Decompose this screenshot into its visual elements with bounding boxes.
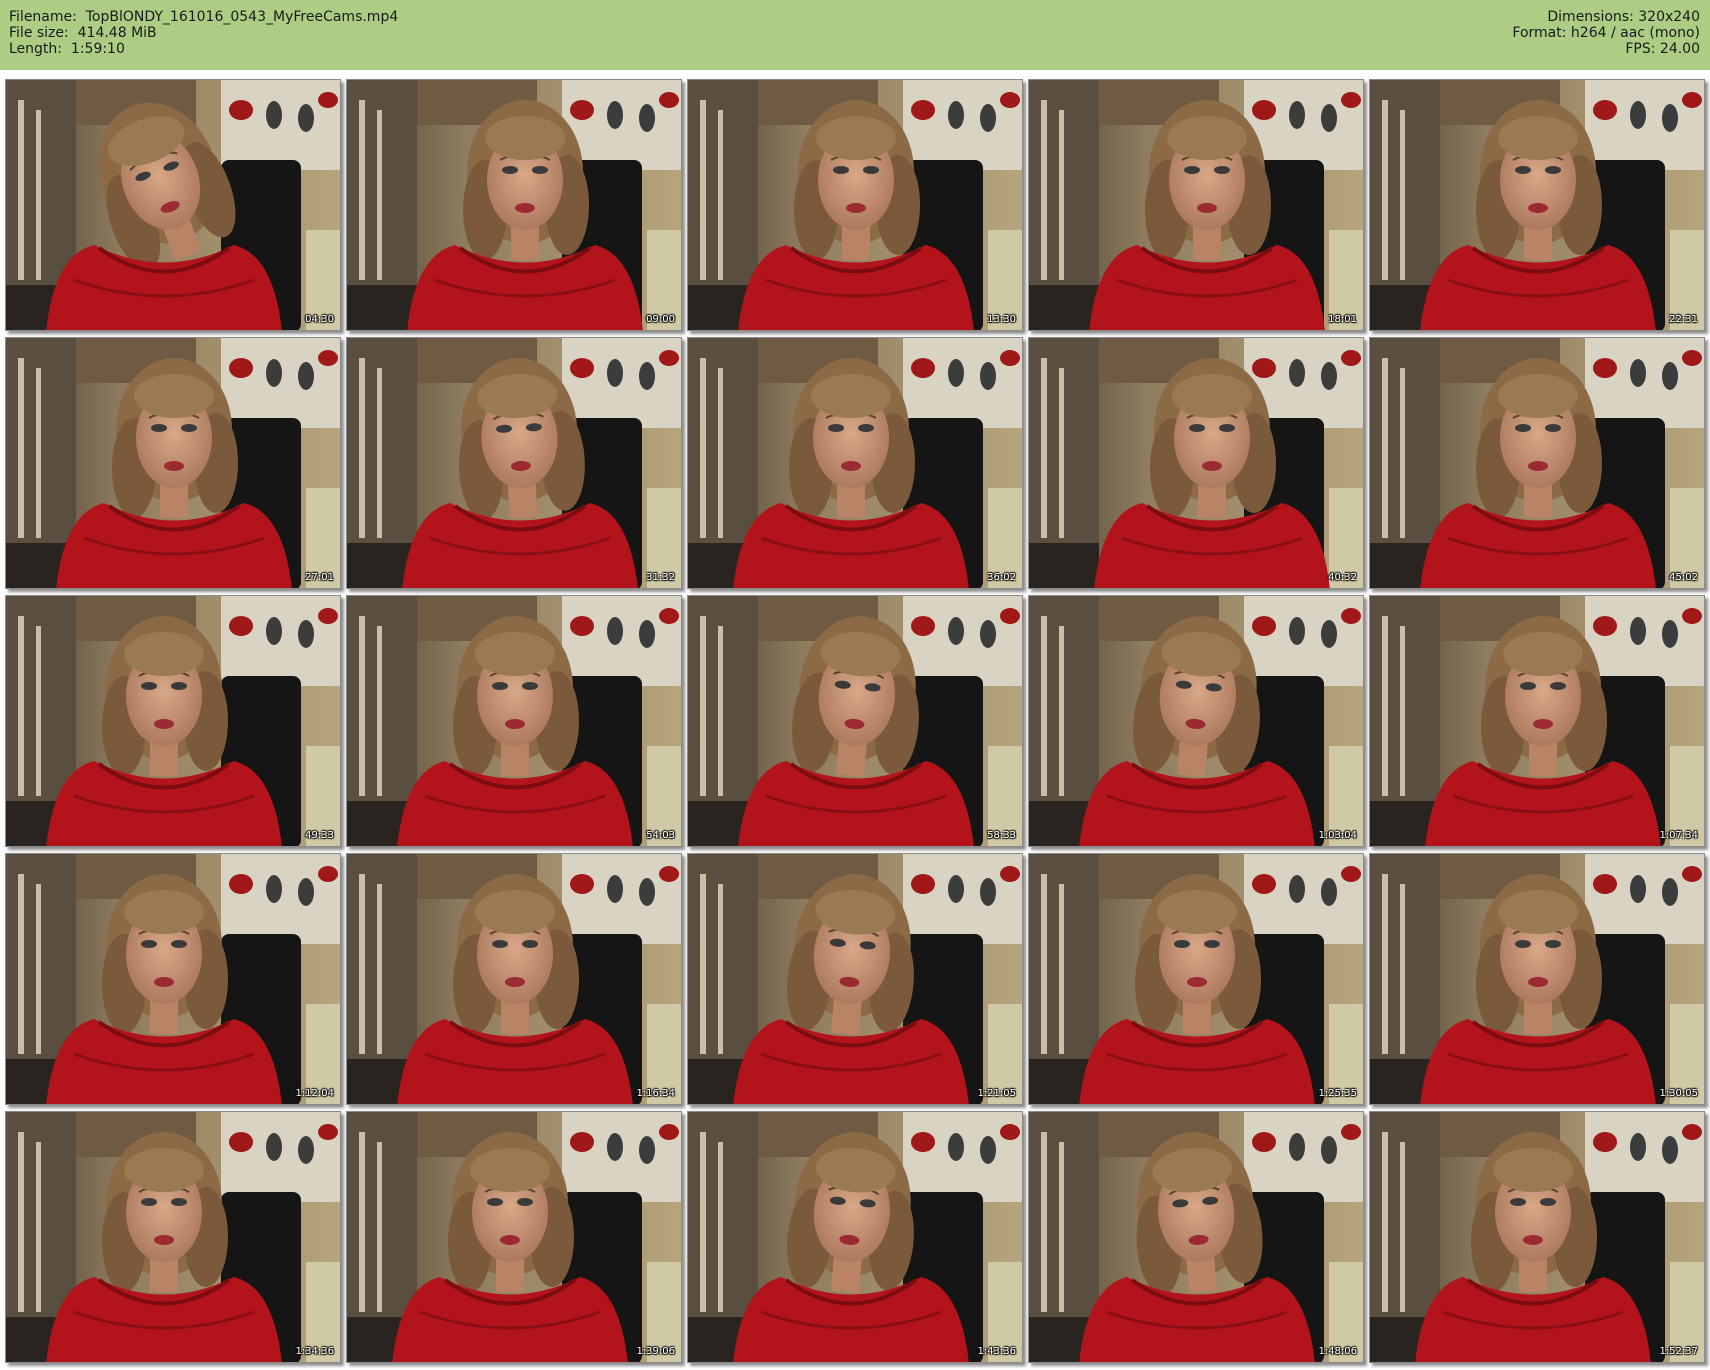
- video-frame-thumbnail: 1:30:05: [1369, 853, 1705, 1105]
- frame-image: [347, 338, 681, 588]
- video-frame-thumbnail: 1:12:04: [5, 853, 341, 1105]
- video-frame-thumbnail: 22:31: [1369, 79, 1705, 331]
- video-frame-thumbnail: 49:33: [5, 595, 341, 847]
- filename-text: Filename: TopBlONDY_161016_0543_MyFreeCa…: [9, 9, 399, 25]
- frame-timestamp: 22:31: [1669, 314, 1698, 325]
- fps-text: FPS: 24.00: [1625, 41, 1700, 57]
- video-frame-thumbnail: 40:32: [1028, 337, 1364, 589]
- frame-timestamp: 1:03:04: [1318, 830, 1357, 841]
- length-text: Length: 1:59:10: [9, 41, 125, 57]
- frame-timestamp: 1:12:04: [295, 1088, 334, 1099]
- frame-image: [1370, 80, 1704, 330]
- video-frame-thumbnail: 31:32: [346, 337, 682, 589]
- video-frame-thumbnail: 1:39:06: [346, 1111, 682, 1363]
- video-frame-thumbnail: 18:01: [1028, 79, 1364, 331]
- file-info: Filename: TopBlONDY_161016_0543_MyFreeCa…: [9, 9, 398, 57]
- frame-image: [6, 80, 340, 330]
- video-frame-thumbnail: 1:07:34: [1369, 595, 1705, 847]
- frame-image: [1029, 854, 1363, 1104]
- dimensions-text: Dimensions: 320x240: [1547, 9, 1700, 25]
- frame-image: [6, 338, 340, 588]
- thumbnail-grid: 04:30 09:00 13:30 18:01 22:31 27:01 31:3…: [0, 70, 1710, 1370]
- frame-timestamp: 1:34:36: [295, 1346, 334, 1357]
- video-frame-thumbnail: 1:21:05: [687, 853, 1023, 1105]
- frame-image: [6, 854, 340, 1104]
- frame-timestamp: 31:32: [646, 572, 675, 583]
- frame-timestamp: 1:30:05: [1659, 1088, 1698, 1099]
- frame-image: [347, 80, 681, 330]
- frame-timestamp: 1:16:34: [636, 1088, 675, 1099]
- frame-image: [6, 596, 340, 846]
- frame-image: [1370, 1112, 1704, 1362]
- frame-timestamp: 45:02: [1669, 572, 1698, 583]
- frame-timestamp: 09:00: [646, 314, 675, 325]
- format-text: Format: h264 / aac (mono): [1512, 25, 1700, 41]
- frame-image: [1029, 338, 1363, 588]
- frame-image: [688, 1112, 1022, 1362]
- frame-image: [1029, 1112, 1363, 1362]
- video-frame-thumbnail: 1:03:04: [1028, 595, 1364, 847]
- filesize-text: File size: 414.48 MiB: [9, 25, 157, 41]
- video-frame-thumbnail: 1:48:06: [1028, 1111, 1364, 1363]
- frame-image: [1029, 80, 1363, 330]
- frame-timestamp: 49:33: [305, 830, 334, 841]
- video-frame-thumbnail: 58:33: [687, 595, 1023, 847]
- video-frame-thumbnail: 13:30: [687, 79, 1023, 331]
- frame-timestamp: 40:32: [1328, 572, 1357, 583]
- frame-image: [688, 854, 1022, 1104]
- frame-image: [1029, 596, 1363, 846]
- video-frame-thumbnail: 1:16:34: [346, 853, 682, 1105]
- frame-image: [1370, 854, 1704, 1104]
- frame-timestamp: 1:39:06: [636, 1346, 675, 1357]
- frame-timestamp: 04:30: [305, 314, 334, 325]
- frame-timestamp: 54:03: [646, 830, 675, 841]
- video-frame-thumbnail: 1:34:36: [5, 1111, 341, 1363]
- info-header: Filename: TopBlONDY_161016_0543_MyFreeCa…: [0, 0, 1710, 70]
- frame-image: [1370, 338, 1704, 588]
- frame-timestamp: 1:48:06: [1318, 1346, 1357, 1357]
- frame-timestamp: 1:25:35: [1318, 1088, 1357, 1099]
- frame-image: [688, 596, 1022, 846]
- frame-image: [1370, 596, 1704, 846]
- video-frame-thumbnail: 27:01: [5, 337, 341, 589]
- frame-timestamp: 1:43:36: [977, 1346, 1016, 1357]
- video-frame-thumbnail: 45:02: [1369, 337, 1705, 589]
- video-frame-thumbnail: 09:00: [346, 79, 682, 331]
- frame-timestamp: 58:33: [987, 830, 1016, 841]
- video-frame-thumbnail: 04:30: [5, 79, 341, 331]
- frame-timestamp: 18:01: [1328, 314, 1357, 325]
- frame-image: [347, 1112, 681, 1362]
- frame-image: [347, 854, 681, 1104]
- frame-timestamp: 1:07:34: [1659, 830, 1698, 841]
- frame-timestamp: 1:52:37: [1659, 1346, 1698, 1357]
- frame-timestamp: 13:30: [987, 314, 1016, 325]
- frame-image: [347, 596, 681, 846]
- video-frame-thumbnail: 1:25:35: [1028, 853, 1364, 1105]
- frame-image: [688, 80, 1022, 330]
- frame-timestamp: 1:21:05: [977, 1088, 1016, 1099]
- frame-timestamp: 27:01: [305, 572, 334, 583]
- video-frame-thumbnail: 36:02: [687, 337, 1023, 589]
- video-frame-thumbnail: 1:52:37: [1369, 1111, 1705, 1363]
- stream-info: Dimensions: 320x240 Format: h264 / aac (…: [1512, 9, 1700, 57]
- video-frame-thumbnail: 1:43:36: [687, 1111, 1023, 1363]
- frame-image: [688, 338, 1022, 588]
- video-frame-thumbnail: 54:03: [346, 595, 682, 847]
- frame-image: [6, 1112, 340, 1362]
- frame-timestamp: 36:02: [987, 572, 1016, 583]
